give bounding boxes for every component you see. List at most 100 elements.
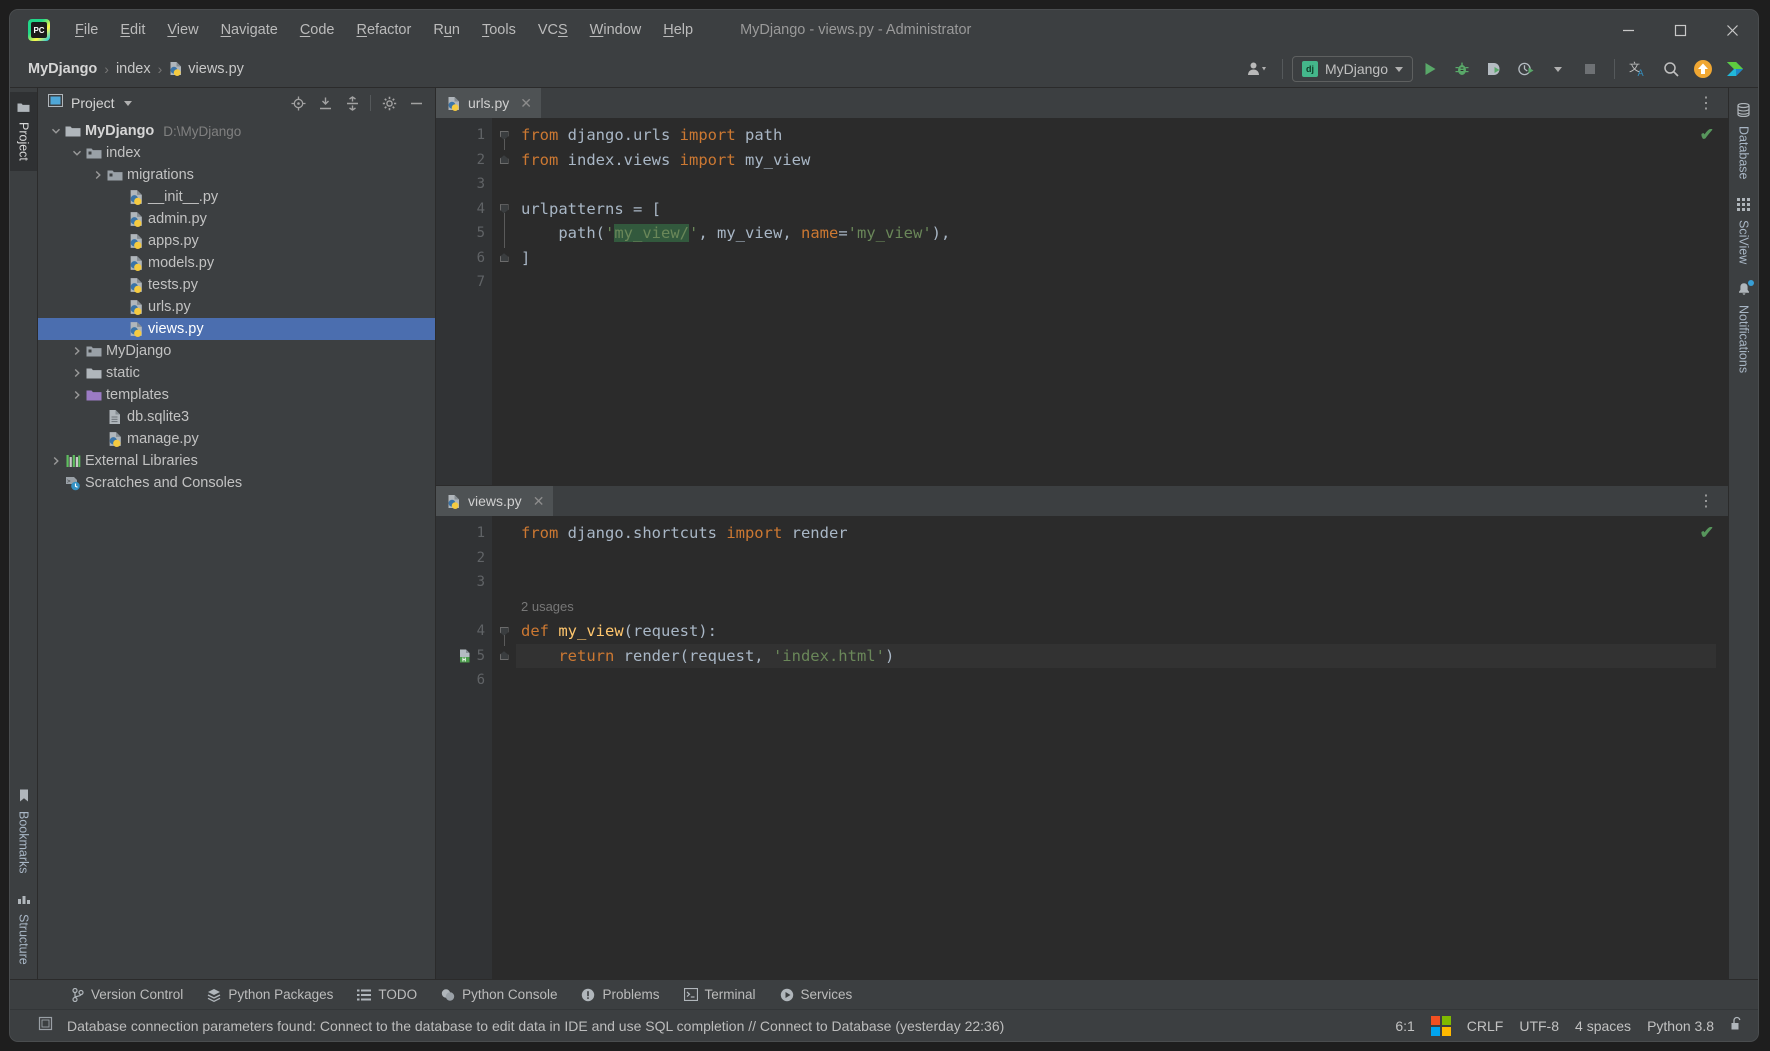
line-number[interactable]: 5H [436,644,492,669]
line-number[interactable]: 4 [436,197,492,222]
tree-node-templates[interactable]: templates [38,384,435,406]
tree-node-static[interactable]: static [38,362,435,384]
breadcrumb-item-index[interactable]: index [116,61,151,77]
chevron-right-icon[interactable] [69,346,85,356]
editor-options-icon-top[interactable]: ⋮ [1691,88,1722,118]
line-number[interactable] [436,595,492,620]
tree-node-manage-py[interactable]: manage.py [38,428,435,450]
chevron-right-icon[interactable] [69,368,85,378]
windows-logo-icon[interactable] [1430,1015,1451,1036]
code-line[interactable]: return render(request, 'index.html') [516,643,1728,668]
tree-node-urls-py[interactable]: urls.py [38,296,435,318]
code-line[interactable]: from django.shortcuts import render [516,521,1728,546]
tab-views-py[interactable]: views.py ✕ [436,486,554,516]
chevron-right-icon[interactable] [48,456,64,466]
breadcrumb-item-project[interactable]: MyDjango [28,61,97,77]
sidebar-item-bookmarks[interactable]: Bookmarks [10,779,37,884]
editor-scrollbar-top[interactable] [1716,118,1728,485]
run-button[interactable] [1415,55,1445,83]
chevron-down-icon[interactable] [48,126,64,136]
code-line[interactable] [516,570,1728,595]
minimize-button[interactable] [1602,10,1654,50]
collapse-all-icon[interactable] [339,91,365,115]
fold-end-icon[interactable] [499,155,509,165]
code-line[interactable]: from django.urls import path [516,123,1728,148]
sidebar-item-sciview[interactable]: SciView [1729,189,1758,273]
tree-node-apps-py[interactable]: apps.py [38,230,435,252]
profile-dropdown-button[interactable] [1543,55,1573,83]
line-number[interactable]: 4 [436,619,492,644]
usages-hint[interactable]: 2 usages [516,595,1728,620]
code-text-top[interactable]: from django.urls import path from index.v… [516,118,1728,485]
close-tab-icon[interactable]: ✕ [533,493,545,510]
sidebar-item-structure[interactable]: Structure [10,883,37,975]
code-line[interactable] [516,668,1728,693]
tree-node-init-py[interactable]: __init__.py [38,186,435,208]
line-number[interactable]: 2 [436,546,492,571]
menu-vcs[interactable]: VCS [527,18,579,42]
close-button[interactable] [1706,10,1758,50]
menu-window[interactable]: Window [579,18,653,42]
line-number[interactable]: 6 [436,668,492,693]
line-number[interactable]: 7 [436,270,492,295]
notification-widget-icon[interactable] [38,1016,53,1036]
code-line[interactable]: def my_view(request): [516,619,1728,644]
code-folding-column-top[interactable] [492,118,516,485]
update-project-button[interactable] [1688,55,1718,83]
search-everywhere-button[interactable] [1656,55,1686,83]
python-interpreter[interactable]: Python 3.8 [1647,1018,1714,1034]
debug-button[interactable] [1447,55,1477,83]
project-tree[interactable]: MyDjango D:\MyDjango index migrations __init… [38,118,435,979]
menu-tools[interactable]: Tools [471,18,527,42]
code-line[interactable] [516,546,1728,571]
menu-view[interactable]: View [156,18,209,42]
code-line[interactable] [516,172,1728,197]
line-number[interactable]: 3 [436,570,492,595]
line-number-gutter-bottom[interactable]: 123 45H6 [436,516,492,979]
tool-window-python-packages[interactable]: Python Packages [195,983,345,1006]
tree-node-migrations[interactable]: migrations [38,164,435,186]
line-number[interactable]: 1 [436,521,492,546]
tree-node-tests-py[interactable]: tests.py [38,274,435,296]
tool-window-python-console[interactable]: Python Console [429,983,569,1006]
line-number[interactable]: 6 [436,246,492,271]
file-encoding[interactable]: UTF-8 [1519,1018,1559,1034]
code-line[interactable]: ] [516,246,1728,271]
stop-button[interactable] [1575,55,1605,83]
run-configuration-selector[interactable]: dj MyDjango [1291,56,1413,82]
line-number[interactable]: 5 [436,221,492,246]
tree-node-views-py[interactable]: views.py [38,318,435,340]
hide-panel-icon[interactable] [403,91,429,115]
translate-button[interactable]: 文 A [1624,55,1654,83]
tree-node-db-sqlite3[interactable]: db.sqlite3 [38,406,435,428]
tree-node-external-libraries[interactable]: External Libraries [38,450,435,472]
menu-file[interactable]: File [64,18,109,42]
toolbox-button[interactable] [1720,55,1750,83]
tool-window-todo[interactable]: TODO [345,983,429,1006]
tree-node-scratches-and-consoles[interactable]: > Scratches and Consoles [38,472,435,494]
chevron-down-icon[interactable] [69,148,85,158]
caret-position[interactable]: 6:1 [1395,1018,1414,1034]
tree-node-index[interactable]: index [38,142,435,164]
code-line[interactable] [516,270,1728,295]
code-line[interactable]: from index.views import my_view [516,148,1728,173]
menu-edit[interactable]: Edit [109,18,156,42]
chevron-right-icon[interactable] [69,390,85,400]
code-text-bottom[interactable]: from django.shortcuts import render 2 us… [516,516,1728,979]
tool-window-version-control[interactable]: Version Control [60,983,195,1006]
expand-all-icon[interactable] [312,91,338,115]
code-folding-column-bottom[interactable] [492,516,516,979]
maximize-button[interactable] [1654,10,1706,50]
fold-marker-slot[interactable] [492,148,516,173]
profile-button[interactable] [1511,55,1541,83]
project-view-dropdown[interactable] [115,91,141,115]
fold-end-icon[interactable] [499,253,509,263]
user-account-button[interactable] [1243,55,1273,83]
sidebar-item-notifications[interactable]: Notifications [1729,273,1758,382]
fold-marker-slot[interactable] [492,644,516,669]
fold-marker-slot[interactable] [492,246,516,271]
tree-node-mydjango[interactable]: MyDjango [38,340,435,362]
code-area-top[interactable]: 1234567 from django.urls import path from… [436,118,1728,485]
close-tab-icon[interactable]: ✕ [520,95,532,112]
code-area-bottom[interactable]: 123 45H6 from django.shortcuts import ren… [436,516,1728,979]
